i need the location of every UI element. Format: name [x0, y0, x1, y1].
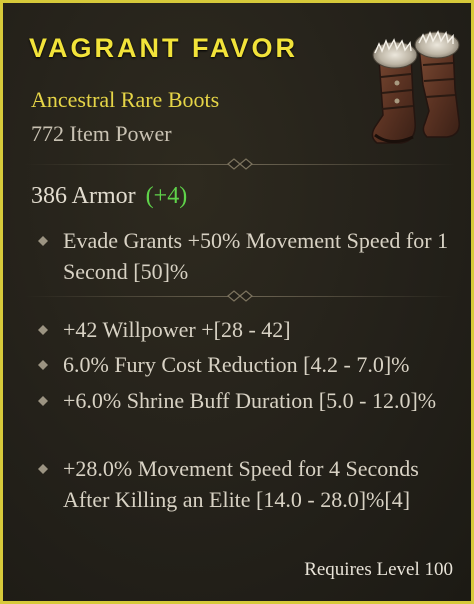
item-name: VAGRANT FAVOR: [29, 33, 299, 63]
affix: 6.0% Fury Cost Reduction [4.2 - 7.0]%: [38, 349, 455, 380]
affix: +42 Willpower +[28 - 42]: [38, 314, 455, 345]
boots-icon: [371, 30, 460, 144]
affix-text: +6.0% Shrine Buff Duration [5.0 - 12.0]%: [63, 388, 437, 413]
affix: +28.0% Movement Speed for 4 Seconds Afte…: [38, 453, 455, 515]
affix-text: Evade Grants +50% Movement Speed for 1 S…: [63, 228, 449, 284]
affix: +6.0% Shrine Buff Duration [5.0 - 12.0]%: [38, 385, 455, 416]
diamond-bullet-icon: [38, 360, 48, 370]
divider-ornament-icon: [227, 158, 253, 170]
affix-text: 6.0% Fury Cost Reduction [4.2 - 7.0]%: [63, 352, 410, 377]
item-type: Ancestral Rare Boots: [31, 87, 220, 112]
armor-bonus: (+4): [145, 183, 188, 209]
affix-text: +42 Willpower +[28 - 42]: [63, 317, 291, 342]
implicit-affix: Evade Grants +50% Movement Speed for 1 S…: [38, 225, 455, 287]
diamond-bullet-icon: [38, 464, 48, 474]
diamond-bullet-icon: [38, 325, 48, 335]
section-divider: [25, 157, 455, 171]
diamond-bullet-icon: [38, 236, 48, 246]
diamond-bullet-icon: [38, 396, 48, 406]
level-requirement: Requires Level 100: [304, 559, 453, 580]
affix-text: +28.0% Movement Speed for 4 Seconds Afte…: [63, 456, 419, 512]
divider-ornament-icon: [227, 290, 253, 302]
armor-value: 386 Armor: [31, 183, 136, 209]
item-tooltip: VAGRANT FAVOR Ancestral Rare Boots 772 I…: [0, 0, 474, 604]
section-divider: [25, 289, 455, 303]
item-power: 772 Item Power: [31, 121, 172, 146]
armor-stat: 386 Armor (+4): [31, 183, 187, 210]
